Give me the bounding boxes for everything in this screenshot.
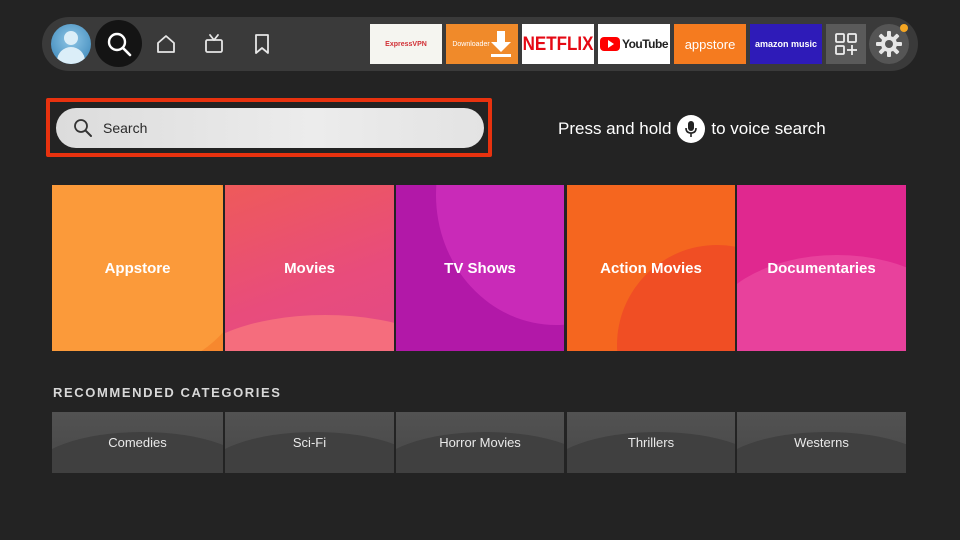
recommended-tile-sci-fi[interactable]: Sci-Fi <box>225 412 394 473</box>
recommended-label: Sci-Fi <box>292 435 327 450</box>
app-tile-netflix[interactable]: NETFLIX <box>522 24 594 64</box>
profile-avatar[interactable] <box>51 24 91 64</box>
category-label: Movies <box>284 259 335 277</box>
category-label: Action Movies <box>600 259 702 277</box>
category-tile-action-movies[interactable]: Action Movies <box>567 185 735 351</box>
home-button[interactable] <box>151 29 181 59</box>
home-icon <box>157 35 175 53</box>
category-label: TV Shows <box>444 259 516 277</box>
category-tile-tv-shows[interactable]: TV Shows <box>396 185 564 351</box>
app-label-downloader: Downloader <box>452 40 490 48</box>
gear-icon <box>876 31 902 57</box>
recommended-label: Horror Movies <box>439 435 521 450</box>
microphone-icon <box>677 115 706 143</box>
youtube-play-icon <box>599 37 620 51</box>
category-label: Appstore <box>104 259 171 277</box>
recommended-tile-thrillers[interactable]: Thrillers <box>567 412 735 473</box>
recommended-categories-title: RECOMMENDED CATEGORIES <box>53 385 282 400</box>
recommended-label: Westerns <box>794 435 849 450</box>
avatar-head <box>64 31 78 45</box>
category-tile-appstore[interactable]: Appstore <box>52 185 223 351</box>
app-tile-expressvpn[interactable]: ExpressVPN <box>370 24 442 64</box>
search-field-icon <box>73 118 93 138</box>
watchlist-button[interactable] <box>247 29 277 59</box>
voice-hint-suffix: to voice search <box>711 119 826 138</box>
voice-search-hint: Press and hold to voice search <box>558 114 826 144</box>
category-tile-documentaries[interactable]: Documentaries <box>737 185 906 351</box>
recommended-tile-comedies[interactable]: Comedies <box>52 412 223 473</box>
avatar-body <box>57 47 85 64</box>
app-label-amazon-music: amazon music <box>754 39 818 49</box>
category-tile-movies[interactable]: Movies <box>225 185 394 351</box>
apps-grid-icon <box>835 33 857 55</box>
bookmark-icon <box>255 34 269 54</box>
app-tile-downloader[interactable]: Downloader <box>446 24 518 64</box>
search-placeholder: Search <box>103 120 148 136</box>
tile-decoration <box>436 185 564 325</box>
category-label: Documentaries <box>767 259 876 277</box>
app-label-netflix: NETFLIX <box>522 32 594 55</box>
recommended-tile-westerns[interactable]: Westerns <box>737 412 906 473</box>
all-apps-button[interactable] <box>826 24 866 64</box>
nav-search-button[interactable] <box>95 20 142 67</box>
search-icon <box>107 32 131 56</box>
app-label-appstore: appstore <box>684 36 736 52</box>
app-tile-amazon-music[interactable]: amazon music <box>750 24 822 64</box>
app-tile-appstore[interactable]: appstore <box>674 24 746 64</box>
app-label-expressvpn: ExpressVPN <box>385 40 427 48</box>
tile-decoration <box>225 315 394 351</box>
recommended-label: Comedies <box>108 435 167 450</box>
live-tv-button[interactable] <box>199 29 229 59</box>
search-input[interactable]: Search <box>56 108 484 148</box>
download-arrow-icon <box>491 31 511 57</box>
app-tile-youtube[interactable]: YouTube <box>598 24 670 64</box>
recommended-tile-horror-movies[interactable]: Horror Movies <box>396 412 564 473</box>
live-tv-icon <box>205 34 223 53</box>
recommended-label: Thrillers <box>627 435 675 450</box>
app-label-youtube: YouTube <box>621 37 669 51</box>
voice-hint-prefix: Press and hold <box>558 119 672 138</box>
notification-dot <box>900 24 908 32</box>
